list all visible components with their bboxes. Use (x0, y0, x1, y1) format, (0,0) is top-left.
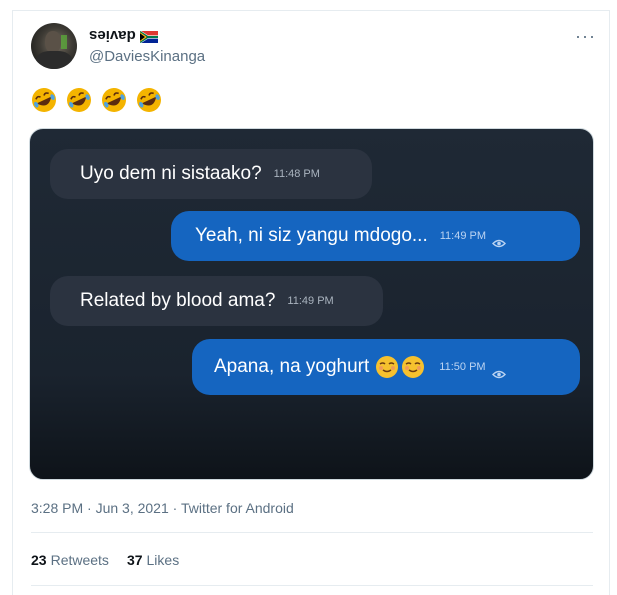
likes-count[interactable]: 37 Likes (127, 552, 179, 568)
chat-message-incoming: Related by blood ama? 11:49 PM (50, 276, 383, 326)
message-text: Apana, na yoghurt (214, 356, 370, 377)
message-time: 11:49 PM (287, 295, 334, 307)
seen-eye-icon (492, 232, 507, 247)
display-name[interactable]: davies (89, 27, 159, 44)
rofl-emoji-icon (136, 87, 162, 113)
relieved-emoji-icon (375, 355, 427, 379)
message-text: Uyo dem ni sistaako? (80, 163, 262, 184)
south-africa-flag-icon (139, 29, 159, 44)
avatar[interactable] (31, 23, 77, 69)
message-text: Yeah, ni siz yangu mdogo... (195, 225, 428, 246)
rofl-emoji-icon (31, 87, 57, 113)
message-time: 11:50 PM (439, 361, 486, 373)
display-name-text: davies (89, 27, 136, 44)
chat-message-incoming: Uyo dem ni sistaako? 11:48 PM (50, 149, 372, 199)
rofl-emoji-icon (101, 87, 127, 113)
retweets-number: 23 (31, 552, 47, 568)
retweets-label: Retweets (50, 552, 109, 568)
emoji-row (31, 87, 162, 113)
message-text: Related by blood ama? (80, 290, 276, 311)
divider (31, 585, 593, 586)
divider (31, 532, 593, 533)
seen-eye-icon (491, 363, 506, 378)
more-options-icon[interactable]: ··· (575, 26, 596, 47)
chat-message-outgoing: Apana, na yoghurt 11:50 PM (192, 339, 580, 395)
likes-number: 37 (126, 552, 143, 568)
tweet-photo[interactable]: Uyo dem ni sistaako? 11:48 PM Yeah, ni s… (29, 128, 594, 480)
user-handle[interactable]: @DaviesKinanga (89, 48, 205, 65)
rofl-emoji-icon (66, 87, 92, 113)
tweet-stats: 23 Retweets 37 Likes (31, 552, 179, 568)
retweets-count[interactable]: 23 Retweets (31, 552, 109, 568)
likes-label: Likes (146, 552, 180, 568)
tweet-timestamp[interactable]: 3:28 PM · Jun 3, 2021 · Twitter for Andr… (31, 500, 294, 516)
message-time: 11:49 PM (439, 230, 487, 242)
chat-message-outgoing: Yeah, ni siz yangu mdogo... 11:49 PM (171, 211, 580, 261)
message-time: 11:48 PM (273, 168, 320, 180)
